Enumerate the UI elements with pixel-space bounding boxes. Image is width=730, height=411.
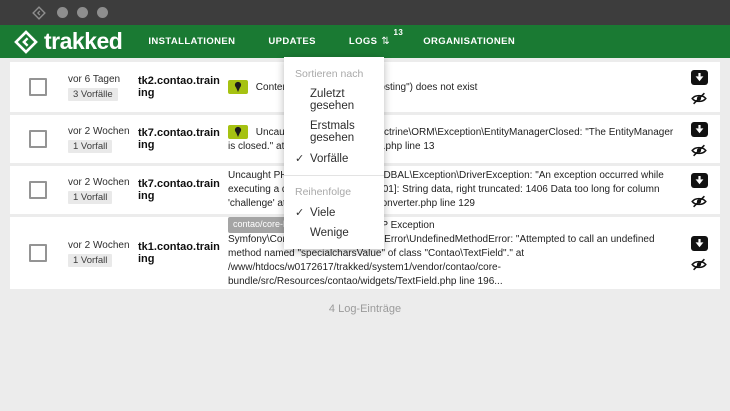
row-actions — [690, 236, 708, 271]
pin-badge — [228, 125, 248, 139]
pin-icon — [233, 81, 243, 93]
order-option-viele[interactable]: ✓ Viele — [284, 202, 384, 223]
row-meta: vor 2 Wochen 1 Vorfall — [68, 240, 134, 267]
row-site: tk2.contao.training — [138, 75, 222, 99]
logs-count-badge: 13 — [393, 28, 403, 37]
sort-option-erstmals-gesehen[interactable]: Erstmals gesehen — [284, 116, 384, 148]
log-count-footer: 4 Log-Einträge — [10, 303, 720, 315]
row-actions — [690, 70, 708, 105]
main-navbar: trakked INSTALLATIONEN UPDATES LOGS ⇅ 13… — [0, 25, 730, 58]
row-meta: vor 6 Tagen 3 Vorfälle — [68, 74, 134, 101]
row-time: vor 2 Wochen — [68, 126, 134, 137]
eye-slash-icon — [691, 92, 707, 105]
incident-count-badge: 1 Vorfall — [68, 254, 112, 267]
order-option-wenige[interactable]: Wenige — [284, 223, 384, 243]
window-dot[interactable] — [77, 7, 88, 18]
download-button[interactable] — [691, 236, 708, 251]
hide-button[interactable] — [691, 258, 707, 271]
nav-updates[interactable]: UPDATES — [268, 36, 316, 47]
incident-count-badge: 3 Vorfälle — [68, 88, 118, 101]
download-button[interactable] — [691, 122, 708, 137]
download-icon — [691, 122, 708, 137]
sort-dropdown: Sortieren nach Zuletzt gesehen Erstmals … — [284, 57, 384, 249]
window-dot[interactable] — [97, 7, 108, 18]
row-site: tk1.contao.training — [138, 241, 222, 265]
row-checkbox[interactable] — [29, 244, 47, 262]
row-actions — [690, 173, 708, 208]
pin-badge — [228, 80, 248, 94]
main-nav: INSTALLATIONEN UPDATES LOGS ⇅ 13 ORGANIS… — [148, 36, 515, 47]
brand-logo[interactable]: trakked — [14, 30, 122, 54]
download-icon — [691, 173, 708, 188]
row-checkbox[interactable] — [29, 78, 47, 96]
nav-logs[interactable]: LOGS ⇅ 13 — [349, 36, 390, 47]
sort-arrows-icon[interactable]: ⇅ — [381, 36, 390, 47]
download-button[interactable] — [691, 173, 708, 188]
incident-count-badge: 1 Vorfall — [68, 191, 112, 204]
row-time: vor 2 Wochen — [68, 177, 134, 188]
window-dot[interactable] — [57, 7, 68, 18]
hide-button[interactable] — [691, 195, 707, 208]
check-icon: ✓ — [295, 152, 310, 165]
row-meta: vor 2 Wochen 1 Vorfall — [68, 126, 134, 153]
row-checkbox[interactable] — [29, 130, 47, 148]
nav-installationen[interactable]: INSTALLATIONEN — [148, 36, 235, 47]
pin-icon — [233, 126, 243, 138]
incident-count-badge: 1 Vorfall — [68, 140, 112, 153]
download-icon — [691, 236, 708, 251]
dropdown-section-header: Reihenfolge — [284, 182, 384, 202]
eye-slash-icon — [691, 144, 707, 157]
hide-button[interactable] — [691, 92, 707, 105]
nav-organisationen[interactable]: ORGANISATIONEN — [423, 36, 515, 47]
row-site: tk7.contao.training — [138, 178, 222, 202]
sort-option-zuletzt-gesehen[interactable]: Zuletzt gesehen — [284, 84, 384, 116]
row-site: tk7.contao.training — [138, 127, 222, 151]
eye-slash-icon — [691, 195, 707, 208]
trakked-diamond-icon — [32, 6, 46, 20]
check-icon: ✓ — [295, 206, 310, 219]
row-time: vor 2 Wochen — [68, 240, 134, 251]
download-icon — [691, 70, 708, 85]
dropdown-section-header: Sortieren nach — [284, 64, 384, 84]
download-button[interactable] — [691, 70, 708, 85]
row-time: vor 6 Tagen — [68, 74, 134, 85]
window-titlebar — [0, 0, 730, 25]
eye-slash-icon — [691, 258, 707, 271]
dropdown-divider — [284, 175, 384, 176]
brand-name: trakked — [44, 30, 122, 53]
row-actions — [690, 122, 708, 157]
row-meta: vor 2 Wochen 1 Vorfall — [68, 177, 134, 204]
brand-diamond-icon — [14, 30, 38, 54]
hide-button[interactable] — [691, 144, 707, 157]
row-checkbox[interactable] — [29, 181, 47, 199]
sort-option-vorfaelle[interactable]: ✓ Vorfälle — [284, 148, 384, 169]
app-window: trakked INSTALLATIONEN UPDATES LOGS ⇅ 13… — [0, 0, 730, 411]
